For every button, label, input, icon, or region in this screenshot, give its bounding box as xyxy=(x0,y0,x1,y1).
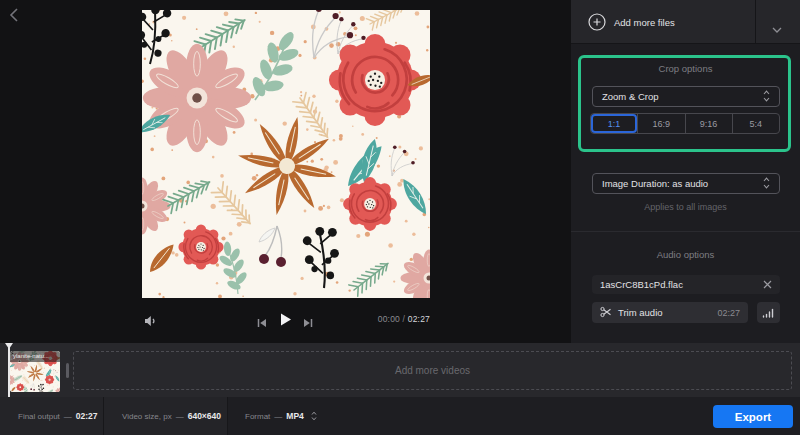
play-button[interactable] xyxy=(280,312,292,330)
add-more-files-button[interactable]: Add more files xyxy=(614,17,675,28)
floral-illustration xyxy=(142,10,430,298)
crop-mode-value: Zoom & Crop xyxy=(602,91,659,102)
next-button[interactable] xyxy=(303,314,313,332)
footer-bar: Final output — 02:27 Video size, px — 64… xyxy=(0,397,800,435)
video-editor-app: 00:00 / 02:27 Add more files Crop option… xyxy=(0,0,800,435)
image-duration-dropdown[interactable]: Image Duration: as audio xyxy=(592,173,780,194)
thumbnail-label: ylanite-natu... xyxy=(10,351,60,362)
remove-audio-button[interactable] xyxy=(763,280,772,289)
separator: — xyxy=(64,412,72,421)
chevron-down-icon xyxy=(772,27,782,33)
skip-back-icon xyxy=(257,318,267,328)
add-more-videos-dropzone[interactable]: Add more videos xyxy=(73,351,792,390)
waveform-bars-icon xyxy=(762,307,775,319)
ratio-1-1-button[interactable]: 1:1 xyxy=(591,114,637,133)
back-button[interactable] xyxy=(9,7,23,25)
trim-audio-button[interactable]: Trim audio 02:27 xyxy=(592,302,748,323)
applies-note: Applies to all images xyxy=(571,202,800,212)
plus-circle-icon xyxy=(588,13,606,35)
close-icon xyxy=(763,280,772,289)
format-dropdown[interactable] xyxy=(311,411,317,421)
video-size-value: 640×640 xyxy=(188,411,221,421)
audio-file-row: 1asCrC8B1cPd.flac xyxy=(592,275,780,294)
format-label: Format xyxy=(245,412,270,421)
ratio-9-16-button[interactable]: 9:16 xyxy=(685,114,732,133)
settings-panel: Add more files Crop options Zoom & Crop … xyxy=(571,0,800,343)
ratio-5-4-button[interactable]: 5:4 xyxy=(732,114,779,133)
audio-volume-button[interactable] xyxy=(757,302,780,323)
scissors-icon xyxy=(600,306,612,320)
clip-trim-handle[interactable] xyxy=(66,363,69,378)
divider xyxy=(571,231,800,232)
format-value: MP4 xyxy=(286,411,303,421)
final-output-label: Final output xyxy=(18,412,60,421)
play-icon xyxy=(280,313,292,326)
trim-audio-time: 02:27 xyxy=(717,308,740,318)
export-button[interactable]: Export xyxy=(713,405,793,428)
previous-button[interactable] xyxy=(257,314,267,332)
audio-options-title: Audio options xyxy=(571,249,800,260)
crop-mode-dropdown[interactable]: Zoom & Crop xyxy=(592,86,780,107)
video-size-section: Video size, px — 640×640 xyxy=(104,397,228,435)
separator: — xyxy=(274,412,282,421)
back-chevron-icon xyxy=(9,7,19,23)
format-section: Format — MP4 xyxy=(228,397,358,435)
time-total: 02:27 xyxy=(408,314,430,324)
final-output-section: Final output — 02:27 xyxy=(0,397,104,435)
aspect-ratio-group: 1:1 16:9 9:16 5:4 xyxy=(590,113,780,134)
crop-options-title: Crop options xyxy=(571,63,800,74)
sort-caret-icon xyxy=(763,90,770,104)
final-output-value: 02:27 xyxy=(76,411,98,421)
ratio-16-9-button[interactable]: 16:9 xyxy=(637,114,684,133)
divider xyxy=(755,0,756,44)
skip-forward-icon xyxy=(303,318,313,328)
add-more-videos-label: Add more videos xyxy=(395,365,470,376)
video-size-label: Video size, px xyxy=(122,412,172,421)
time-separator: / xyxy=(403,314,406,324)
preview-image xyxy=(142,10,430,298)
image-duration-value: Image Duration: as audio xyxy=(602,178,708,189)
timeline: ylanite-natu... xyxy=(0,343,800,397)
preview-area: 00:00 / 02:27 xyxy=(0,0,571,343)
collapse-panel-button[interactable] xyxy=(772,19,782,37)
volume-button[interactable] xyxy=(144,313,159,326)
time-current: 00:00 xyxy=(378,314,400,324)
separator: — xyxy=(176,412,184,421)
volume-icon xyxy=(144,315,158,327)
add-files-row: Add more files xyxy=(571,0,800,44)
trim-audio-label: Trim audio xyxy=(618,307,663,318)
playback-time: 00:00 / 02:27 xyxy=(378,314,430,324)
sort-caret-icon xyxy=(763,177,770,191)
audio-filename: 1asCrC8B1cPd.flac xyxy=(600,279,683,290)
timeline-thumbnail[interactable]: ylanite-natu... xyxy=(10,351,60,392)
